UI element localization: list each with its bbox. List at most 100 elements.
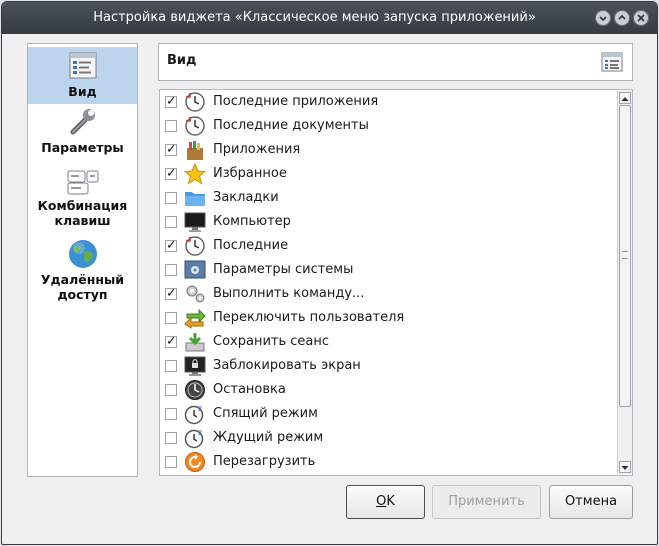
ok-mnemonic: O	[376, 494, 387, 509]
item-label: Выполнить команду...	[213, 286, 365, 301]
apply-button[interactable]: Применить	[432, 485, 541, 519]
scroll-up-button[interactable]	[619, 92, 631, 104]
item-label: Последние приложения	[213, 94, 379, 109]
svg-text:z: z	[198, 428, 202, 437]
monitor-icon	[184, 212, 206, 232]
list-item[interactable]: z Спящий режим	[160, 402, 615, 426]
sidebar-item-view[interactable]: Вид	[28, 47, 137, 104]
item-checkbox[interactable]: ✓	[165, 239, 177, 253]
keyboard-shortcut-icon	[67, 170, 98, 195]
maximize-icon[interactable]	[614, 10, 630, 26]
sidebar-item-label: Вид	[68, 84, 97, 99]
scroll-thumb[interactable]	[619, 105, 631, 407]
page-title: Вид	[167, 53, 197, 68]
sidebar-item-label: Удалённый доступ	[40, 272, 125, 302]
view-settings-icon	[69, 52, 96, 79]
item-label: Остановка	[213, 382, 286, 397]
item-checkbox[interactable]	[165, 312, 177, 324]
list-item[interactable]: Заблокировать экран	[160, 354, 615, 378]
arrow-down-icon	[621, 466, 629, 470]
system-settings-icon	[184, 260, 206, 279]
menu-items-list: ✓ Последние приложения Последние докумен…	[159, 89, 633, 476]
item-label: Последние документы	[213, 118, 369, 133]
shutdown-icon	[185, 380, 205, 400]
switch-user-icon	[184, 308, 206, 329]
view-settings-icon	[601, 52, 623, 72]
close-icon[interactable]	[633, 10, 649, 26]
item-checkbox[interactable]	[165, 120, 177, 132]
suspend-icon: z	[184, 428, 204, 449]
list-item[interactable]: ✓ Избранное	[160, 162, 615, 186]
item-checkbox[interactable]	[165, 360, 177, 372]
item-checkbox[interactable]	[165, 384, 177, 396]
recent-icon	[185, 236, 205, 256]
item-label: Спящий режим	[213, 406, 318, 421]
item-checkbox[interactable]	[165, 216, 177, 228]
list-item[interactable]: Закладки	[160, 186, 615, 210]
lock-screen-icon	[184, 356, 206, 376]
item-label: Закладки	[213, 190, 279, 205]
item-checkbox[interactable]: ✓	[165, 287, 177, 301]
page-header: Вид	[158, 43, 633, 81]
item-checkbox[interactable]: ✓	[165, 143, 177, 157]
recent-documents-icon	[185, 116, 205, 136]
list-item[interactable]: z Ждущий режим	[160, 426, 615, 450]
list-item[interactable]: ✓ Приложения	[160, 138, 615, 162]
star-icon	[184, 163, 206, 185]
item-label: Компьютер	[213, 214, 291, 229]
svg-text:z: z	[198, 404, 202, 413]
list-item[interactable]: Перезагрузить	[160, 450, 615, 474]
item-checkbox[interactable]	[165, 192, 177, 204]
list-item[interactable]: Переключить пользователя	[160, 306, 615, 330]
folder-icon	[185, 192, 205, 206]
item-label: Заблокировать экран	[213, 358, 361, 373]
sidebar-item-label: Комбинация клавиш	[37, 198, 128, 228]
wrench-icon	[70, 109, 95, 135]
list-item[interactable]: Компьютер	[160, 210, 615, 234]
sidebar-item-shortcuts[interactable]: Комбинация клавиш	[28, 168, 137, 232]
item-checkbox[interactable]	[165, 408, 177, 420]
list-item[interactable]: Параметры системы	[160, 258, 615, 282]
item-checkbox[interactable]	[165, 432, 177, 444]
recent-apps-icon	[185, 92, 205, 112]
item-label: Ждущий режим	[213, 430, 324, 445]
list-item[interactable]: ✓ Сохранить сеанс	[160, 330, 615, 354]
applications-icon	[187, 141, 203, 160]
item-checkbox[interactable]	[165, 456, 177, 468]
sidebar-item-parameters[interactable]: Параметры	[28, 106, 137, 156]
item-label: Переключить пользователя	[213, 310, 405, 325]
sleep-icon: z	[184, 404, 204, 425]
arrow-up-icon	[621, 97, 629, 101]
item-checkbox[interactable]: ✓	[165, 167, 177, 181]
list-item[interactable]: ✓ Последние	[160, 234, 615, 258]
title-bar[interactable]: Настройка виджета «Классическое меню зап…	[2, 2, 657, 34]
scroll-down-button[interactable]	[619, 461, 631, 473]
item-label: Последние	[213, 238, 289, 253]
item-label: Приложения	[213, 142, 301, 157]
grip-icon	[622, 251, 628, 259]
sidebar-item-remote-access[interactable]: Удалённый доступ	[28, 238, 137, 304]
save-session-icon	[185, 333, 205, 352]
item-checkbox[interactable]: ✓	[165, 95, 177, 109]
minimize-icon[interactable]	[595, 10, 611, 26]
item-label: Избранное	[213, 166, 287, 181]
globe-icon	[68, 240, 97, 268]
settings-sidebar: Вид Параметры Комбинация клавиш Удалённы…	[27, 43, 138, 477]
item-label: Перезагрузить	[213, 454, 316, 469]
sidebar-item-label: Параметры	[41, 140, 124, 155]
item-checkbox[interactable]: ✓	[165, 335, 177, 349]
item-label: Параметры системы	[213, 262, 354, 277]
reboot-icon	[185, 452, 205, 472]
item-checkbox[interactable]	[165, 264, 177, 276]
list-scrollbar[interactable]	[617, 91, 632, 474]
window-title: Настройка виджета «Классическое меню зап…	[93, 10, 536, 25]
ok-label-rest: K	[386, 494, 395, 509]
ok-button[interactable]: OK	[346, 485, 425, 519]
cancel-button[interactable]: Отмена	[549, 485, 633, 519]
list-item[interactable]: Последние документы	[160, 114, 615, 138]
list-item[interactable]: Остановка	[160, 378, 615, 402]
list-item[interactable]: ✓ Выполнить команду...	[160, 282, 615, 306]
item-label: Сохранить сеанс	[213, 334, 330, 349]
list-item[interactable]: ✓ Последние приложения	[160, 90, 615, 114]
run-command-icon	[186, 285, 205, 303]
